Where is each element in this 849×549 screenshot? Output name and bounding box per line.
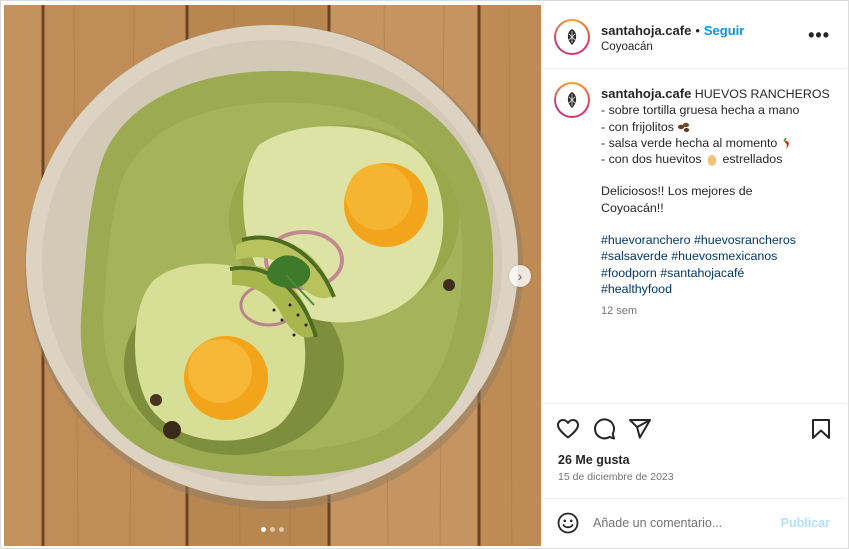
cactus-logo-icon xyxy=(567,92,577,108)
header-user-line: santahoja.cafe • Seguir xyxy=(601,23,744,38)
header-username[interactable]: santahoja.cafe xyxy=(601,23,691,38)
hashtag-line: #healthyfood xyxy=(601,281,836,297)
comment-input[interactable] xyxy=(593,513,773,533)
hashtag-link[interactable]: #salsaverde xyxy=(601,249,668,263)
hashtag-line: #huevoranchero #huevosrancheros xyxy=(601,232,836,248)
post-media[interactable]: › xyxy=(4,5,541,546)
hashtag-link[interactable]: #huevosrancheros xyxy=(694,233,796,247)
caption-line: - sobre tortilla gruesa hecha a mano xyxy=(601,103,800,118)
chili-pepper-emoji-icon xyxy=(783,137,789,150)
hashtag-link[interactable]: #healthyfood xyxy=(601,282,672,296)
more-options-icon[interactable]: ••• xyxy=(808,25,830,46)
hashtag-link[interactable]: #foodporn xyxy=(601,266,657,280)
time-ago[interactable]: 12 sem xyxy=(601,303,836,319)
share-icon[interactable] xyxy=(628,417,652,441)
caption-area: santahoja.cafe HUEVOS RANCHEROS - sobre … xyxy=(543,69,846,403)
publish-button[interactable]: Publicar xyxy=(781,516,830,530)
post-photo xyxy=(4,5,541,546)
caption-line: - con frijolitos xyxy=(601,119,836,135)
hashtag-link[interactable]: #huevoranchero xyxy=(601,233,691,247)
carousel-next-button[interactable]: › xyxy=(509,265,531,287)
caption-line: - con dos huevitos estrellados xyxy=(601,152,783,167)
header-separator: • xyxy=(695,23,700,38)
location-link[interactable]: Coyoacán xyxy=(601,41,653,53)
hashtag-link[interactable]: #huevosmexicanos xyxy=(671,249,777,263)
hashtag-link[interactable]: #santahojacafé xyxy=(660,266,744,280)
likes-count[interactable]: 26 Me gusta xyxy=(558,453,630,467)
egg-emoji-icon xyxy=(707,154,717,166)
avatar[interactable] xyxy=(554,19,590,55)
post-date: 15 de diciembre de 2023 xyxy=(558,471,674,483)
caption-username[interactable]: santahoja.cafe xyxy=(601,86,691,101)
avatar[interactable] xyxy=(554,82,590,118)
carousel-dot xyxy=(270,527,275,532)
comment-icon[interactable] xyxy=(592,417,616,441)
caption-line: - salsa verde hecha al momento xyxy=(601,135,836,151)
emoji-picker-icon[interactable] xyxy=(556,511,580,535)
hashtag-line: #foodporn #santahojacafé xyxy=(601,265,836,281)
action-bar: 26 Me gusta 15 de diciembre de 2023 xyxy=(543,403,846,498)
instagram-post: › santahoja.cafe • Seguir Coyoacán ••• s… xyxy=(0,0,849,549)
caption-comment: Deliciosos!! Los mejores de xyxy=(601,184,753,199)
comment-box: Publicar xyxy=(543,498,846,546)
caption-comment: Coyoacán!! xyxy=(601,200,664,215)
post-side-panel: santahoja.cafe • Seguir Coyoacán ••• santa… xyxy=(542,5,846,546)
hashtag-line: #salsaverde #huevosmexicanos xyxy=(601,248,836,264)
carousel-dot xyxy=(279,527,284,532)
cactus-logo-icon xyxy=(567,29,577,45)
carousel-dot xyxy=(261,527,266,532)
carousel-indicator xyxy=(4,527,541,532)
post-header: santahoja.cafe • Seguir Coyoacán ••• xyxy=(543,5,846,69)
heart-icon[interactable] xyxy=(556,417,580,441)
bookmark-icon[interactable] xyxy=(809,417,833,441)
beans-emoji-icon xyxy=(678,123,690,133)
caption-title: HUEVOS RANCHEROS xyxy=(694,87,830,101)
caption-text: santahoja.cafe HUEVOS RANCHEROS - sobre … xyxy=(601,86,836,320)
follow-button[interactable]: Seguir xyxy=(704,23,744,38)
